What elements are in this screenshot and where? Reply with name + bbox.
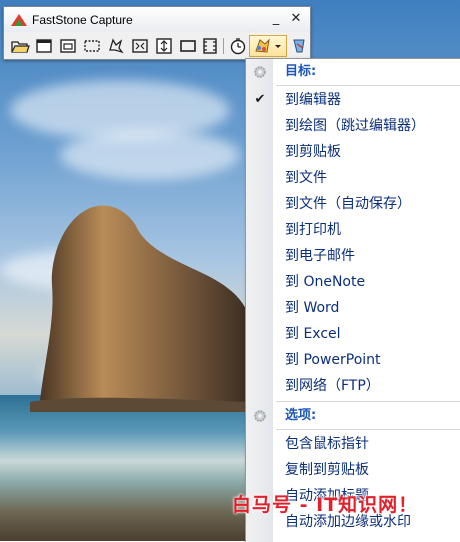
menu-item-to-paint[interactable]: 到绘图（跳过编辑器）: [246, 113, 460, 139]
menu-item-label: 到文件（自动保存）: [285, 196, 411, 212]
toolbar-separator: [223, 38, 224, 54]
menu-item-label: 到 PowerPoint: [285, 352, 381, 368]
capture-window-icon: [36, 39, 52, 53]
capture-toolbar: [4, 33, 310, 59]
capture-full-screen-button[interactable]: [130, 36, 150, 56]
menu-header-options-label: 选项:: [285, 408, 317, 423]
screen-recorder-icon: [203, 38, 217, 54]
site-watermark: 白马号 - IT知识网！: [232, 494, 419, 516]
menu-item-to-editor[interactable]: ✔ 到编辑器: [246, 87, 460, 113]
menu-separator: [276, 429, 460, 430]
settings-button[interactable]: [289, 36, 309, 56]
menu-header-options: 选项:: [246, 403, 460, 429]
menu-item-label: 到 Excel: [285, 326, 341, 342]
menu-item-to-file-autosave[interactable]: 到文件（自动保存）: [246, 191, 460, 217]
app-logo-icon: [11, 14, 27, 26]
open-file-button[interactable]: [10, 36, 30, 56]
menu-item-to-email[interactable]: 到电子邮件: [246, 243, 460, 269]
capture-active-window-button[interactable]: [34, 36, 54, 56]
close-button[interactable]: ✕: [288, 11, 304, 27]
menu-option-include-cursor[interactable]: 包含鼠标指针: [246, 431, 460, 457]
title-bar[interactable]: FastStone Capture _ ✕: [4, 7, 310, 32]
menu-item-label: 复制到剪贴板: [285, 462, 369, 478]
menu-separator: [276, 85, 460, 86]
menu-item-to-clipboard[interactable]: 到剪贴板: [246, 139, 460, 165]
menu-item-to-powerpoint[interactable]: 到 PowerPoint: [246, 347, 460, 373]
menu-item-to-printer[interactable]: 到打印机: [246, 217, 460, 243]
menu-header-target: 目标:: [246, 59, 460, 85]
capture-freehand-button[interactable]: [106, 36, 126, 56]
output-destination-icon: [255, 38, 281, 53]
options-gear-icon: [254, 410, 266, 422]
minimize-button[interactable]: _: [268, 11, 284, 27]
menu-item-to-excel[interactable]: 到 Excel: [246, 321, 460, 347]
screen-recorder-button[interactable]: [200, 36, 220, 56]
menu-item-label: 到文件: [285, 170, 327, 186]
capture-scrolling-icon: [156, 38, 172, 54]
open-folder-icon: [11, 41, 30, 53]
menu-separator: [276, 401, 460, 402]
checkmark-icon: ✔: [254, 92, 266, 107]
menu-option-copy-to-clipboard[interactable]: 复制到剪贴板: [246, 457, 460, 483]
menu-item-to-word[interactable]: 到 Word: [246, 295, 460, 321]
delay-timer-icon: [230, 38, 246, 55]
rock-formation: [30, 205, 250, 412]
capture-object-icon: [60, 39, 76, 53]
menu-item-label: 到 Word: [285, 300, 340, 316]
menu-item-label: 到打印机: [285, 222, 341, 238]
capture-fixed-region-button[interactable]: [178, 36, 198, 56]
faststone-capture-window: FastStone Capture _ ✕: [3, 6, 311, 60]
capture-object-button[interactable]: [58, 36, 78, 56]
target-gear-icon: [254, 66, 266, 78]
output-destination-menu: 目标: ✔ 到编辑器 到绘图（跳过编辑器） 到剪贴板 到文件 到文件（自动保存）…: [245, 58, 460, 542]
menu-item-label: 到编辑器: [285, 92, 341, 108]
settings-icon: [293, 39, 305, 53]
capture-fixed-region-icon: [180, 40, 196, 52]
capture-rectangle-icon: [84, 40, 100, 52]
output-destination-button[interactable]: [249, 35, 287, 57]
capture-scrolling-window-button[interactable]: [154, 36, 174, 56]
capture-rectangle-button[interactable]: [82, 36, 102, 56]
menu-item-to-onenote[interactable]: 到 OneNote: [246, 269, 460, 295]
menu-item-to-file[interactable]: 到文件: [246, 165, 460, 191]
capture-freehand-icon: [109, 38, 124, 54]
menu-item-label: 到 OneNote: [285, 274, 366, 290]
menu-item-label: 到剪贴板: [285, 144, 341, 160]
menu-item-label: 到电子邮件: [285, 248, 355, 264]
capture-fullscreen-icon: [132, 39, 148, 53]
menu-item-to-ftp[interactable]: 到网络（FTP）: [246, 373, 460, 399]
menu-header-target-label: 目标:: [285, 64, 317, 79]
menu-item-label: 到绘图（跳过编辑器）: [285, 118, 425, 134]
menu-item-label: 包含鼠标指针: [285, 436, 369, 452]
delay-timer-button[interactable]: [228, 36, 248, 56]
menu-item-label: 到网络（FTP）: [285, 378, 380, 394]
app-title: FastStone Capture: [32, 13, 133, 27]
